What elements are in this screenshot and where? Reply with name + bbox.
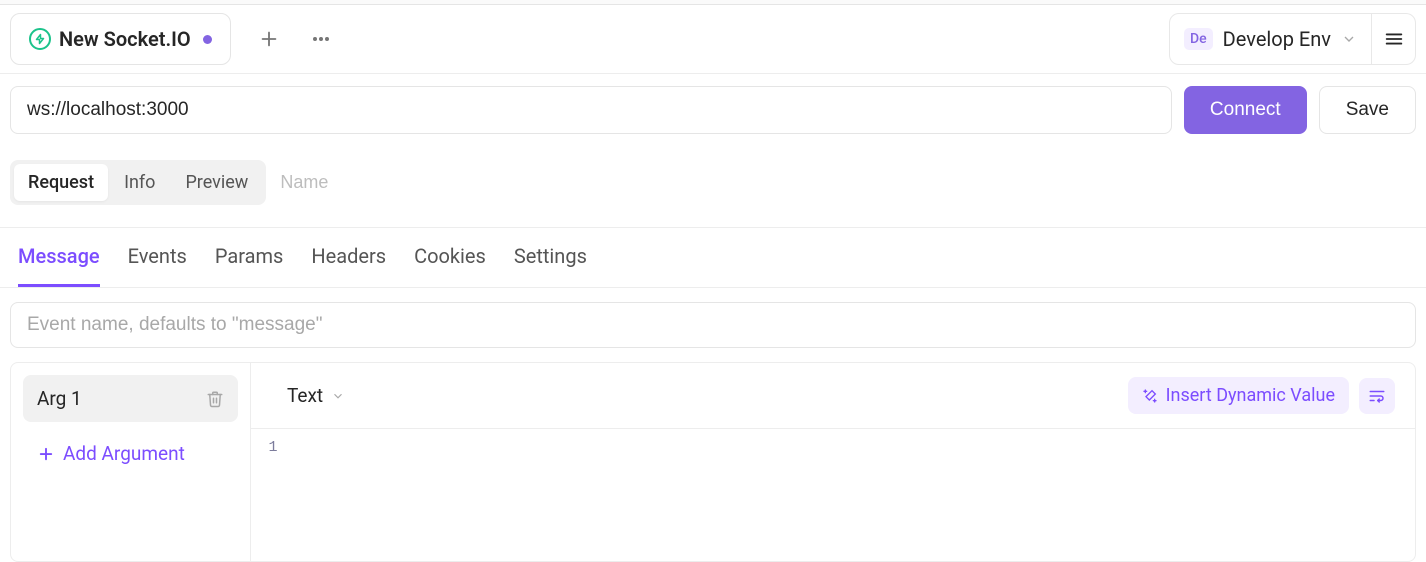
line-numbers: 1	[251, 429, 295, 561]
arguments-panel: Arg 1 Add Argument Text Insert Dynamic V…	[10, 362, 1416, 562]
view-segmented-control: Request Info Preview	[10, 160, 266, 205]
save-button[interactable]: Save	[1319, 86, 1416, 134]
chevron-down-icon	[331, 389, 345, 403]
event-name-row	[0, 288, 1426, 362]
add-argument-label: Add Argument	[63, 442, 185, 465]
segment-info[interactable]: Info	[110, 164, 169, 201]
url-row: Connect Save	[0, 74, 1426, 146]
argument-label: Arg 1	[37, 387, 82, 410]
plus-icon	[37, 445, 55, 463]
insert-dynamic-value-button[interactable]: Insert Dynamic Value	[1128, 377, 1349, 414]
environment-selector[interactable]: De Develop Env	[1169, 13, 1372, 65]
env-name: Develop Env	[1223, 27, 1331, 51]
chevron-down-icon	[1341, 31, 1357, 47]
tab-params[interactable]: Params	[215, 244, 284, 287]
unsaved-dot-icon	[203, 35, 212, 44]
arguments-sidebar: Arg 1 Add Argument	[11, 363, 251, 561]
env-badge: De	[1184, 28, 1213, 50]
segment-preview[interactable]: Preview	[171, 164, 262, 201]
request-tab[interactable]: New Socket.IO	[10, 13, 231, 65]
tab-bar: New Socket.IO De Develop Env	[0, 5, 1426, 74]
add-argument-button[interactable]: Add Argument	[23, 430, 238, 477]
request-section-tabs: Message Events Params Headers Cookies Se…	[0, 228, 1426, 288]
tab-events[interactable]: Events	[128, 244, 187, 287]
tab-overflow-button[interactable]	[299, 17, 343, 61]
insert-dynamic-value-label: Insert Dynamic Value	[1166, 385, 1335, 406]
request-name-input[interactable]	[276, 172, 512, 193]
argument-item[interactable]: Arg 1	[23, 375, 238, 422]
argument-toolbar: Text Insert Dynamic Value	[251, 363, 1415, 428]
wrap-lines-button[interactable]	[1359, 378, 1395, 414]
event-name-input[interactable]	[10, 302, 1416, 348]
tab-title: New Socket.IO	[59, 27, 191, 51]
line-number: 1	[251, 439, 295, 456]
code-editor[interactable]: 1	[251, 428, 1415, 561]
view-segmented-row: Request Info Preview	[0, 146, 1426, 228]
tab-headers[interactable]: Headers	[311, 244, 386, 287]
connect-button[interactable]: Connect	[1184, 86, 1307, 134]
magic-wand-icon	[1142, 388, 1158, 404]
content-type-label: Text	[287, 384, 323, 407]
url-input[interactable]	[10, 86, 1172, 134]
tab-settings[interactable]: Settings	[514, 244, 587, 287]
tab-message[interactable]: Message	[18, 244, 100, 287]
wrap-icon	[1368, 387, 1386, 405]
tab-cookies[interactable]: Cookies	[414, 244, 486, 287]
code-area[interactable]	[295, 429, 1415, 561]
content-type-selector[interactable]: Text	[287, 384, 345, 407]
socketio-icon	[29, 28, 51, 50]
environments-menu-button[interactable]	[1372, 13, 1416, 65]
delete-argument-button[interactable]	[206, 390, 224, 408]
new-tab-button[interactable]	[247, 17, 291, 61]
trash-icon	[206, 390, 224, 408]
argument-content: Text Insert Dynamic Value 1	[251, 363, 1415, 561]
segment-request[interactable]: Request	[14, 164, 108, 201]
